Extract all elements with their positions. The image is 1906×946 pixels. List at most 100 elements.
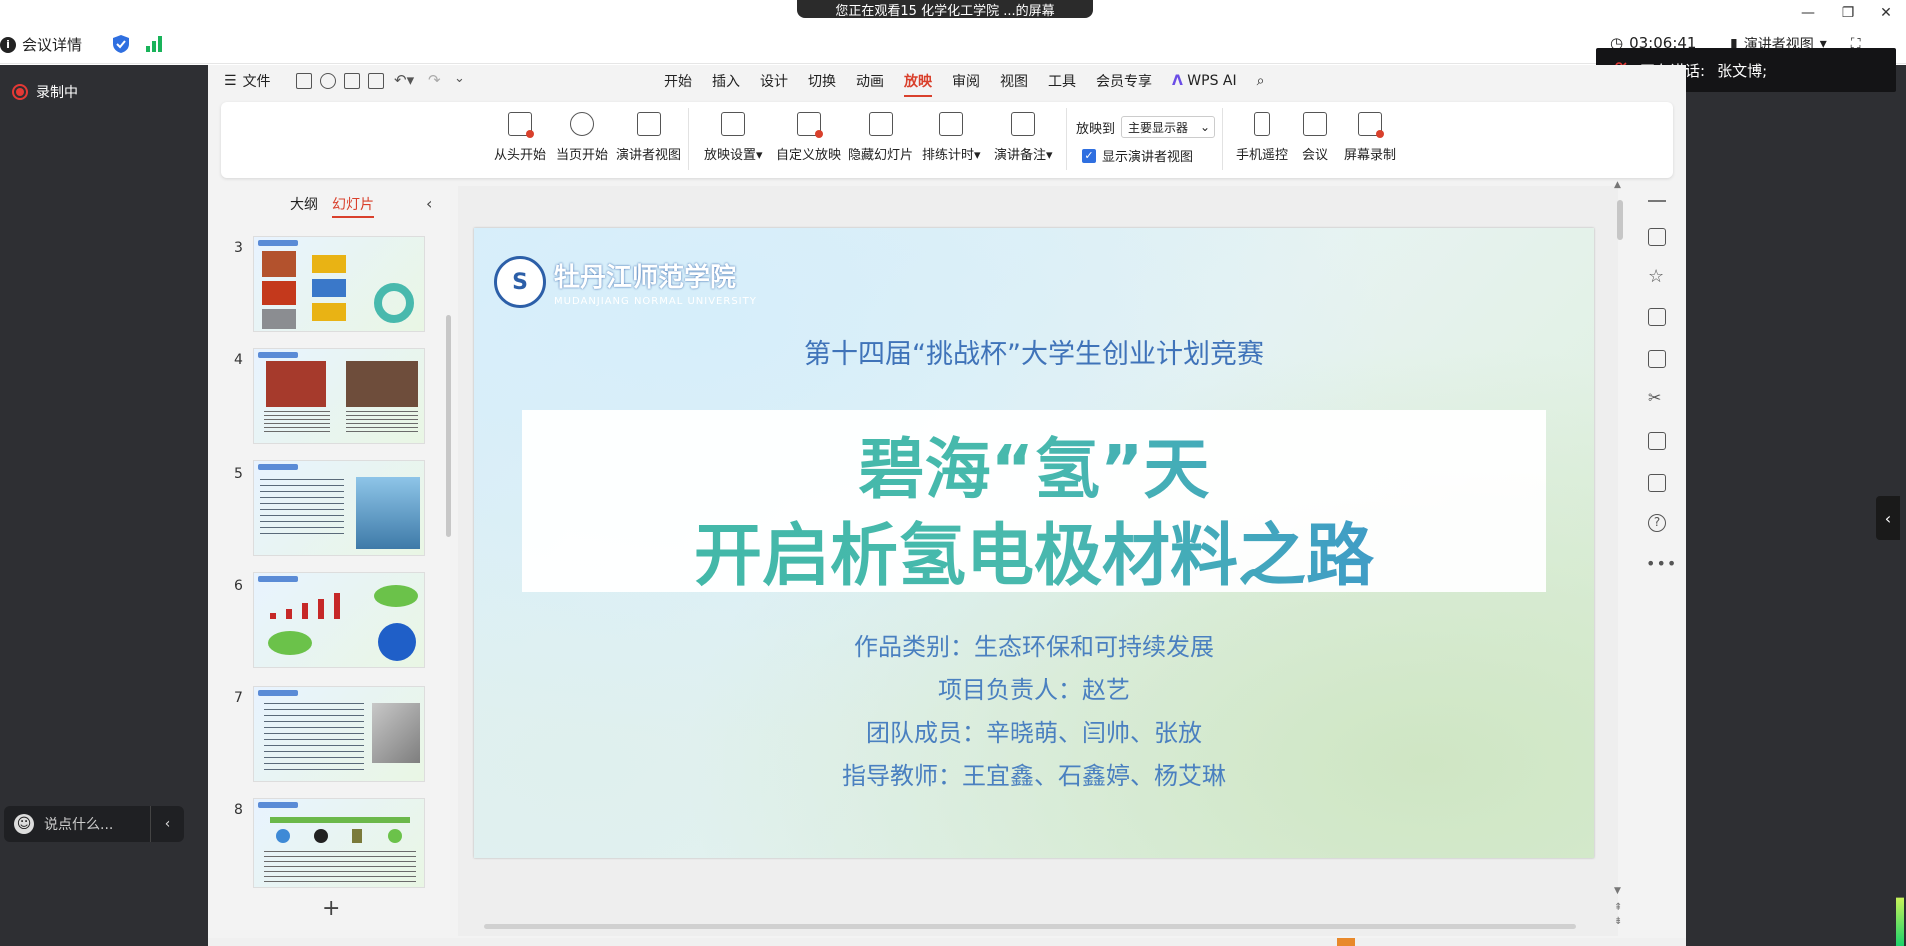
tools-icon[interactable]: ✂ bbox=[1648, 388, 1661, 407]
wps-ai-button[interactable]: Λ WPS AI bbox=[1162, 73, 1247, 89]
file-menu[interactable]: ☰ 文件 bbox=[224, 65, 271, 97]
thumbnail-scrollbar[interactable] bbox=[446, 315, 451, 537]
scroll-down-icon[interactable]: ▼ bbox=[1614, 886, 1621, 896]
add-slide-icon[interactable]: + bbox=[322, 896, 340, 921]
chevron-left-icon[interactable]: ‹ bbox=[150, 806, 184, 842]
speaker-name: 张文博; bbox=[1717, 61, 1768, 80]
shape-icon[interactable] bbox=[1648, 474, 1666, 492]
undo-icon[interactable]: ↶▾ bbox=[394, 71, 414, 89]
monitor-select[interactable]: 主要显示器 ⌄ bbox=[1121, 116, 1216, 138]
slide-number: 8 bbox=[234, 802, 243, 818]
tab-design[interactable]: 设计 bbox=[750, 71, 798, 91]
screen-record-button[interactable]: 屏幕录制 bbox=[1344, 112, 1396, 163]
meeting-info-button[interactable]: i 会议详情 bbox=[0, 34, 82, 55]
tab-slideshow[interactable]: 放映 bbox=[894, 71, 942, 97]
slide-thumbnail-4[interactable] bbox=[253, 348, 425, 444]
school-emblem: S bbox=[494, 256, 546, 308]
collapse-panel-icon[interactable]: ‹ bbox=[426, 194, 432, 213]
video-meeting-icon bbox=[1303, 112, 1327, 136]
slide-thumbnail-5[interactable] bbox=[253, 460, 425, 556]
custom-show-icon bbox=[796, 112, 823, 138]
custom-show-button[interactable]: 自定义放映 bbox=[776, 112, 841, 163]
scroll-up-icon[interactable]: ▲ bbox=[1614, 180, 1621, 190]
team-members: 团队成员：辛晓萌、闫帅、张放 bbox=[866, 719, 1202, 747]
restore-icon[interactable]: ❐ bbox=[1830, 0, 1866, 26]
hide-slide-button[interactable]: 隐藏幻灯片 bbox=[848, 112, 913, 163]
tab-insert[interactable]: 插入 bbox=[702, 71, 750, 91]
meeting-right-panel bbox=[1686, 65, 1906, 946]
more-options-icon[interactable]: ••• bbox=[1646, 554, 1677, 573]
comment-icon[interactable] bbox=[1648, 308, 1666, 326]
tab-slides[interactable]: 幻灯片 bbox=[332, 194, 374, 218]
tab-home[interactable]: 开始 bbox=[654, 71, 702, 91]
search-icon[interactable]: ⌕ bbox=[1247, 73, 1275, 89]
wps-ai-icon: Λ bbox=[1172, 73, 1183, 89]
tab-transition[interactable]: 切换 bbox=[798, 71, 846, 91]
design-icon[interactable] bbox=[1648, 350, 1666, 368]
screen-share-banner[interactable]: 您正在观看15 化学化工学院 ...的屏幕 bbox=[797, 0, 1093, 18]
horizontal-scroll-thumb[interactable] bbox=[484, 924, 1576, 929]
screen-record-icon bbox=[1358, 112, 1384, 138]
more-quick-access-icon[interactable]: ⌄ bbox=[454, 71, 465, 86]
share-icon[interactable] bbox=[320, 73, 336, 89]
slide-thumbnail-7[interactable] bbox=[253, 686, 425, 782]
tab-view[interactable]: 视图 bbox=[990, 71, 1038, 91]
side-expand-icon[interactable]: ‹ bbox=[1876, 496, 1900, 540]
phone-icon bbox=[1254, 112, 1270, 136]
slide-number: 3 bbox=[234, 240, 243, 256]
panel-tabs: 大纲 幻灯片 bbox=[290, 194, 374, 218]
tab-review[interactable]: 审阅 bbox=[942, 71, 990, 91]
info-icon: i bbox=[0, 36, 16, 53]
hide-slide-icon bbox=[868, 112, 893, 136]
play-current-button[interactable]: 当页开始 bbox=[556, 112, 608, 163]
status-accent-button[interactable] bbox=[1337, 938, 1355, 946]
phone-remote-button[interactable]: 手机遥控 bbox=[1236, 112, 1288, 163]
next-slide-icon[interactable]: ⇟ bbox=[1614, 916, 1622, 927]
school-name-cn: 牡丹江师范学院 bbox=[554, 263, 737, 293]
close-icon[interactable]: ✕ bbox=[1868, 0, 1904, 26]
show-presenter-view-checkbox[interactable]: ✓ 显示演讲者视图 bbox=[1082, 146, 1193, 165]
meeting-button[interactable]: 会议 bbox=[1302, 112, 1328, 163]
record-icon bbox=[12, 84, 28, 100]
network-signal-icon[interactable] bbox=[146, 36, 164, 52]
vertical-scroll-thumb[interactable] bbox=[1617, 200, 1623, 240]
collapse-tools-icon[interactable] bbox=[1648, 200, 1666, 202]
recording-indicator[interactable]: 录制中 bbox=[12, 82, 78, 102]
presenter-view-button[interactable]: 演讲者视图 bbox=[616, 112, 681, 163]
current-slide[interactable]: S 牡丹江师范学院 MUDANJIANG NORMAL UNIVERSITY 第… bbox=[474, 228, 1594, 858]
competition-title: 第十四届“挑战杯”大学生创业计划竞赛 bbox=[804, 339, 1264, 370]
slide-thumbnail-8[interactable] bbox=[253, 798, 425, 888]
menu-bar: ☰ 文件 ↶▾ ↷ ⌄ 开始 插入 设计 切换 动画 放映 审阅 视图 工具 会… bbox=[208, 65, 1686, 97]
checkbox-checked-icon: ✓ bbox=[1082, 148, 1096, 163]
tab-outline[interactable]: 大纲 bbox=[290, 194, 318, 214]
book-icon[interactable] bbox=[1648, 432, 1666, 450]
previous-slide-icon[interactable]: ⇞ bbox=[1614, 902, 1622, 913]
play-from-start-button[interactable]: 从头开始 bbox=[494, 112, 546, 163]
rehearse-timing-button[interactable]: 排练计时▾ bbox=[922, 112, 981, 163]
print-preview-icon[interactable] bbox=[368, 73, 384, 89]
main-title-line-1: 碧海“氢”天 bbox=[474, 416, 1594, 512]
minimize-icon[interactable]: — bbox=[1790, 0, 1826, 26]
help-icon[interactable]: ? bbox=[1648, 514, 1666, 532]
slide-thumbnail-3[interactable] bbox=[253, 236, 425, 332]
ribbon-divider bbox=[1222, 108, 1223, 170]
properties-icon[interactable] bbox=[1648, 228, 1666, 246]
play-to-group: 放映到 主要显示器 ⌄ bbox=[1076, 116, 1216, 138]
slide-thumbnail-6[interactable] bbox=[253, 572, 425, 668]
save-icon[interactable] bbox=[296, 73, 312, 89]
slide-number: 6 bbox=[234, 578, 243, 594]
tab-animation[interactable]: 动画 bbox=[846, 71, 894, 91]
tab-tools[interactable]: 工具 bbox=[1038, 71, 1086, 91]
slideshow-settings-button[interactable]: 放映设置▾ bbox=[704, 112, 763, 163]
speaker-notes-button[interactable]: 演讲备注▾ bbox=[994, 112, 1053, 163]
emoji-icon[interactable]: ☺ bbox=[14, 814, 34, 834]
tab-member[interactable]: 会员专享 bbox=[1086, 71, 1162, 91]
star-icon[interactable]: ☆ bbox=[1648, 266, 1664, 287]
play-current-icon bbox=[570, 112, 594, 136]
canvas-vertical-scrollbar[interactable] bbox=[1614, 186, 1626, 936]
chat-input-box[interactable]: ☺ 说点什么... ‹ bbox=[4, 806, 184, 842]
chevron-down-icon: ⌄ bbox=[1199, 120, 1211, 134]
security-shield-icon[interactable] bbox=[112, 34, 130, 54]
print-icon[interactable] bbox=[344, 73, 360, 89]
redo-icon[interactable]: ↷ bbox=[428, 71, 441, 89]
